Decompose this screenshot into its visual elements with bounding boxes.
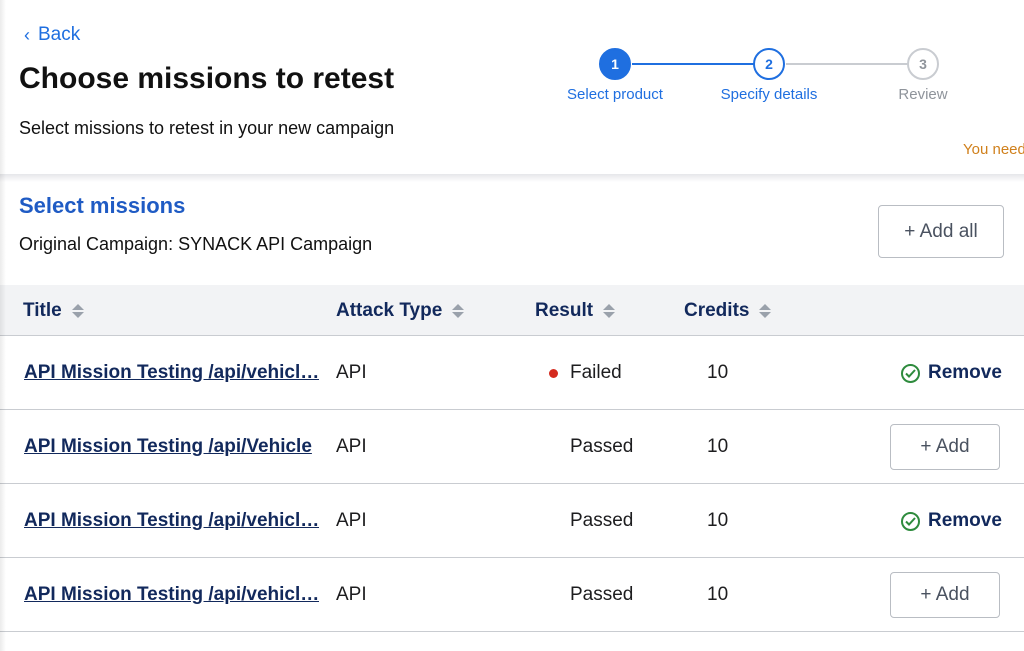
credits-cell: 10 — [707, 584, 729, 605]
result-label: Passed — [570, 436, 634, 457]
credits-cell: 10 — [707, 436, 729, 457]
check-circle-icon — [901, 511, 920, 531]
step-3-number: 3 — [919, 56, 927, 72]
page-title: Choose missions to retest — [19, 62, 395, 95]
sort-icon — [71, 303, 84, 318]
step-2-number: 2 — [765, 56, 773, 72]
sort-icon — [603, 303, 616, 318]
result-cell: Passed — [570, 410, 633, 484]
table-row: API Mission Testing /api/vehicl… API Pas… — [0, 558, 1024, 632]
table-header: Title Attack Type Result Credits — [0, 285, 1024, 336]
result-cell: Failed — [549, 336, 622, 410]
check-circle-icon — [901, 363, 920, 383]
table-row: API Mission Testing /api/vehicl… API Pas… — [0, 484, 1024, 558]
column-credits-label: Credits — [684, 299, 750, 321]
step-2-circle: 2 — [753, 48, 785, 80]
step-2-label: Specify details — [720, 86, 818, 103]
column-title-label: Title — [23, 299, 62, 321]
column-header-title[interactable]: Title — [23, 285, 84, 336]
attack-type-cell: API — [336, 584, 367, 605]
attack-type-cell: API — [336, 362, 367, 383]
mission-title-link[interactable]: API Mission Testing /api/vehicl… — [24, 510, 319, 532]
column-header-attack-type[interactable]: Attack Type — [336, 285, 465, 336]
attack-type-cell: API — [336, 510, 367, 531]
back-label: Back — [38, 24, 81, 45]
result-cell: Passed — [570, 558, 633, 632]
progress-stepper: 1 Select product 2 Specify details 3 Rev… — [560, 46, 970, 116]
mission-title-link[interactable]: API Mission Testing /api/Vehicle — [24, 436, 312, 458]
mission-title-cell: API Mission Testing /api/Vehicle — [24, 410, 312, 484]
mission-title-cell: API Mission Testing /api/vehicl… — [24, 484, 319, 558]
step-connector-1 — [632, 63, 754, 65]
section-title: Select missions — [19, 193, 186, 218]
table-row: API Mission Testing /api/vehicl… API Fai… — [0, 336, 1024, 410]
step-connector-2 — [786, 63, 908, 65]
action-cell: + Add — [890, 410, 1000, 484]
back-link[interactable]: ‹ Back — [24, 24, 80, 46]
page-edge-shadow — [0, 0, 6, 651]
mission-title-link[interactable]: API Mission Testing /api/vehicl… — [24, 584, 319, 606]
table-row: API Mission Testing /api/Vehicle API Pas… — [0, 410, 1024, 484]
sort-icon — [759, 303, 772, 318]
credits-cell: 10 — [707, 362, 729, 383]
original-campaign-label: Original Campaign: SYNACK API Campaign — [19, 234, 373, 254]
remove-label: Remove — [928, 510, 1002, 531]
step-3-circle: 3 — [907, 48, 939, 80]
result-label: Failed — [570, 362, 622, 383]
column-attack-type-label: Attack Type — [336, 299, 443, 321]
action-cell: Remove — [901, 336, 1002, 410]
attack-type-cell: API — [336, 436, 367, 457]
add-all-button[interactable]: + Add all — [878, 205, 1004, 258]
missions-table: Title Attack Type Result Credits API Mis… — [0, 285, 1024, 632]
mission-title-link[interactable]: API Mission Testing /api/vehicl… — [24, 362, 319, 384]
step-3-label: Review — [898, 86, 948, 103]
sort-icon — [452, 303, 465, 318]
header-divider — [0, 174, 1024, 182]
add-button[interactable]: + Add — [890, 572, 1000, 618]
action-cell: + Add — [890, 558, 1000, 632]
credits-cell: 10 — [707, 510, 729, 531]
add-button[interactable]: + Add — [890, 424, 1000, 470]
result-label: Passed — [570, 510, 634, 531]
mission-title-cell: API Mission Testing /api/vehicl… — [24, 336, 319, 410]
page-header: ‹ Back Choose missions to retest Select … — [0, 0, 1024, 176]
mission-title-cell: API Mission Testing /api/vehicl… — [24, 558, 319, 632]
page-subtitle: Select missions to retest in your new ca… — [19, 118, 395, 138]
remove-button[interactable]: Remove — [901, 362, 1002, 384]
step-1-circle: 1 — [599, 48, 631, 80]
credits-warning: You need — [963, 141, 1024, 158]
failed-status-dot — [549, 368, 558, 378]
chevron-left-icon: ‹ — [24, 25, 30, 45]
column-result-label: Result — [535, 299, 594, 321]
step-1-label: Select product — [567, 86, 663, 103]
action-cell: Remove — [901, 484, 1002, 558]
remove-label: Remove — [928, 362, 1002, 383]
result-cell: Passed — [570, 484, 633, 558]
step-1-number: 1 — [611, 56, 619, 72]
column-header-credits[interactable]: Credits — [684, 285, 772, 336]
column-header-result[interactable]: Result — [535, 285, 616, 336]
remove-button[interactable]: Remove — [901, 510, 1002, 532]
result-label: Passed — [570, 584, 634, 605]
